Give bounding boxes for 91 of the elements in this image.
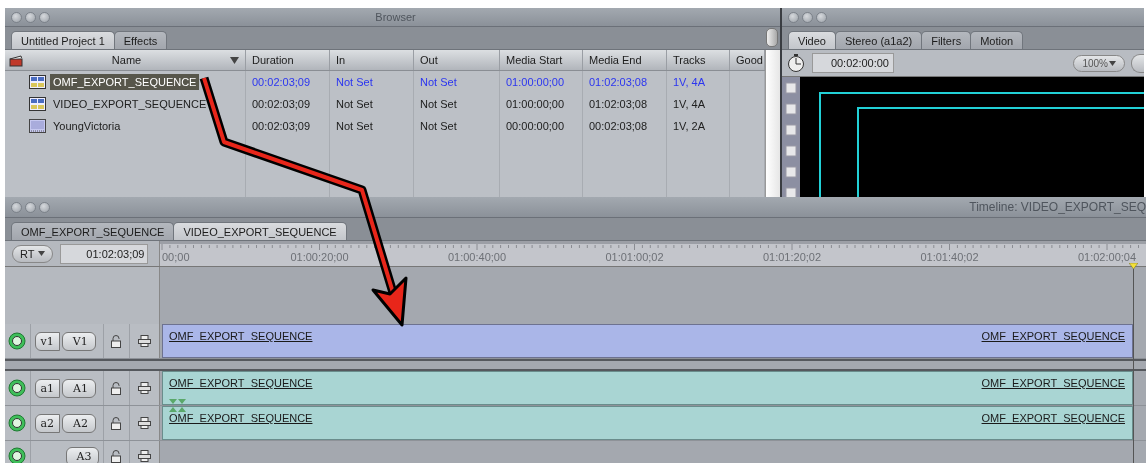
destination-patch[interactable]: A3 <box>65 446 100 463</box>
ruler-label: 01:00:40;00 <box>447 251 507 263</box>
zoom-popup[interactable]: 100% <box>1073 54 1125 72</box>
source-patch[interactable]: a2 <box>34 413 61 433</box>
ruler-label: 01:02:00;04 <box>1077 251 1137 263</box>
scrollbar[interactable] <box>765 50 780 197</box>
caret-icon <box>38 251 46 256</box>
table-cell: 00:02:03;09 <box>252 120 311 132</box>
track-separator[interactable] <box>5 359 1146 371</box>
table-cell: 1V, 4A <box>673 76 705 88</box>
column-header[interactable]: In <box>336 54 346 66</box>
splitter-handle[interactable] <box>766 28 778 47</box>
clip-label: OMF_EXPORT_SEQUENCE <box>981 412 1125 424</box>
sequence-icon <box>29 97 46 111</box>
table-cell: 01:00:00;00 <box>506 98 565 110</box>
table-cell: Not Set <box>420 98 457 110</box>
ruler-label: 01:01:20;02 <box>762 251 822 263</box>
tab[interactable]: Motion <box>970 31 1024 49</box>
ruler-label: 01:00:20;00 <box>290 251 349 263</box>
timecode-field[interactable]: 00:02:00:00 <box>812 53 894 73</box>
tab[interactable]: OMF_EXPORT_SEQUENCE <box>11 222 175 240</box>
table-cell: Not Set <box>336 76 373 88</box>
column-header[interactable]: Media End <box>589 54 642 66</box>
clip-label: OMF_EXPORT_SEQUENCE <box>981 330 1125 342</box>
printer-icon[interactable] <box>137 417 151 429</box>
sequence-icon <box>29 75 46 89</box>
view-popup[interactable] <box>1131 53 1144 73</box>
timecode-field[interactable]: 01:02:03;09 <box>60 243 149 264</box>
list-item[interactable]: VIDEO_EXPORT_SEQUENCE <box>50 96 210 112</box>
table-cell: Not Set <box>420 76 457 88</box>
window-title: Browser <box>375 11 416 23</box>
lock-icon[interactable] <box>111 334 122 348</box>
clip-icon <box>29 119 46 133</box>
clip-label: OMF_EXPORT_SEQUENCE <box>981 377 1125 389</box>
table-cell: 1V, 2A <box>673 120 705 132</box>
audio-clip[interactable]: OMF_EXPORT_SEQUENCE OMF_EXPORT_SEQUENCE <box>162 371 1133 405</box>
ruler-label: 00;00 <box>162 251 190 263</box>
tab[interactable]: Effects <box>113 31 168 49</box>
track-visibility-icon[interactable] <box>8 332 27 350</box>
caret-icon <box>1109 60 1116 66</box>
table-cell: 00:00:00;00 <box>506 120 565 132</box>
tab[interactable]: Video <box>788 31 836 49</box>
printer-icon[interactable] <box>137 382 151 394</box>
tab[interactable]: Untitled Project 1 <box>11 31 115 49</box>
tab[interactable]: VIDEO_EXPORT_SEQUENCE <box>173 222 347 240</box>
destination-patch[interactable]: A2 <box>62 413 96 433</box>
source-patch[interactable]: v1 <box>34 331 60 351</box>
destination-patch[interactable]: V1 <box>61 331 96 351</box>
lock-icon[interactable] <box>111 449 122 463</box>
window-title: Timeline: VIDEO_EXPORT_SEQ <box>969 200 1146 214</box>
column-header[interactable]: Media Start <box>506 54 563 66</box>
clip-label: OMF_EXPORT_SEQUENCE <box>169 330 313 342</box>
clip-label: OMF_EXPORT_SEQUENCE <box>169 377 313 389</box>
table-cell: 01:02:03;08 <box>589 98 648 110</box>
video-clip[interactable]: OMF_EXPORT_SEQUENCE OMF_EXPORT_SEQUENCE <box>162 324 1133 358</box>
table-cell: 01:02:03;08 <box>589 76 648 88</box>
track-visibility-icon[interactable] <box>8 447 27 463</box>
column-header[interactable]: Good <box>736 54 763 66</box>
clip-label: OMF_EXPORT_SEQUENCE <box>169 412 313 424</box>
printer-icon[interactable] <box>137 450 151 462</box>
clapper-icon <box>9 53 23 67</box>
audio-clip[interactable]: OMF_EXPORT_SEQUENCE OMF_EXPORT_SEQUENCE <box>162 406 1133 440</box>
table-cell: 1V, 4A <box>673 98 705 110</box>
column-header[interactable]: Out <box>420 54 438 66</box>
source-patch[interactable]: a1 <box>34 378 61 398</box>
playhead[interactable] <box>1129 263 1138 463</box>
table-cell: Not Set <box>336 98 373 110</box>
column-header[interactable]: Duration <box>252 54 294 66</box>
rt-popup[interactable]: RT <box>12 244 54 263</box>
ruler-label: 01:01:40;02 <box>920 251 979 263</box>
list-item[interactable]: YoungVictoria <box>50 118 124 134</box>
printer-icon[interactable] <box>137 335 151 347</box>
track-visibility-icon[interactable] <box>8 414 27 432</box>
column-header[interactable]: Tracks <box>673 54 706 66</box>
lock-icon[interactable] <box>111 381 122 395</box>
tab[interactable]: Stereo (a1a2) <box>834 31 923 49</box>
tab[interactable]: Filters <box>921 31 972 49</box>
ruler-label: 01:01:00;02 <box>605 251 664 263</box>
table-cell: 00:02:03;09 <box>252 98 311 110</box>
table-cell: Not Set <box>420 120 457 132</box>
table-cell: 00:02:03;09 <box>252 76 311 88</box>
column-header[interactable]: Name <box>111 54 142 66</box>
list-item[interactable]: OMF_EXPORT_SEQUENCE <box>50 74 200 90</box>
sort-arrow-icon[interactable] <box>230 56 239 64</box>
track-visibility-icon[interactable] <box>8 379 27 397</box>
lock-icon[interactable] <box>111 416 122 430</box>
stopwatch-icon[interactable] <box>786 53 806 73</box>
table-cell: 00:02:03;08 <box>589 120 648 132</box>
table-cell: 01:00:00;00 <box>506 76 565 88</box>
destination-patch[interactable]: A1 <box>62 378 96 398</box>
table-cell: Not Set <box>336 120 373 132</box>
